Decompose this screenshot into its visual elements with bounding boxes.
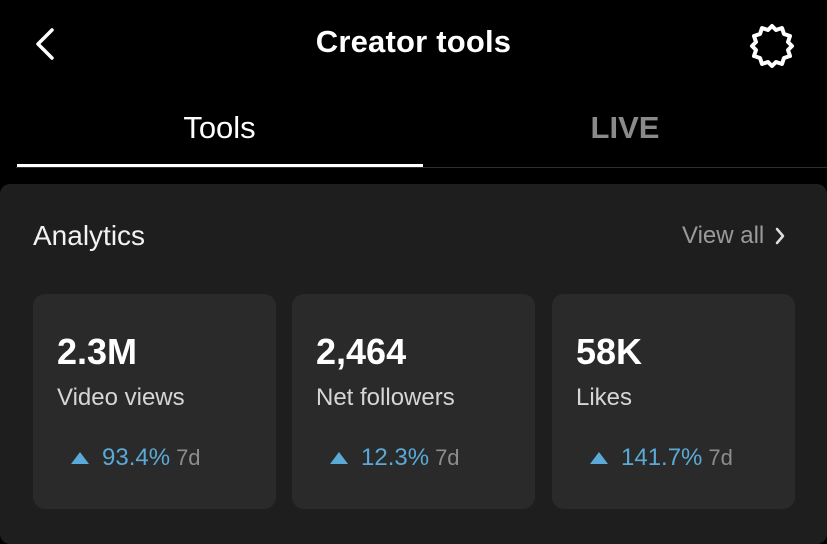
trend-percent: 12.3% [361,444,430,471]
trend-up-icon [329,451,349,465]
stat-value: 2.3M [57,331,138,372]
tab-bar: Tools LIVE [0,90,827,168]
stat-label: Net followers [316,384,455,411]
trend-percent: 93.4% [102,444,171,471]
tab-tools[interactable]: Tools [16,90,423,166]
stat-trend: 141.7% 7d [589,444,733,472]
tab-live[interactable]: LIVE [423,90,827,166]
trend-up-icon [70,451,90,465]
trend-percent: 141.7% [621,444,703,471]
trend-period: 7d [176,445,201,470]
tab-divider [16,167,827,168]
stat-card-video-views[interactable]: 2.3M Video views 93.4% 7d [33,294,276,509]
stat-trend: 93.4% 7d [70,444,201,472]
analytics-title: Analytics [33,220,146,251]
settings-button[interactable] [746,20,798,72]
stat-value: 2,464 [316,331,407,372]
view-all-link[interactable]: View all [682,222,786,250]
trend-up-icon [589,451,609,465]
stat-value: 58K [576,331,643,372]
stat-trend: 12.3% 7d [329,444,460,472]
page-title: Creator tools [315,24,512,59]
stat-label: Video views [57,384,185,411]
header: Creator tools [0,0,827,90]
view-all-label: View all [682,222,765,249]
chevron-right-icon [774,226,786,246]
trend-period: 7d [708,445,733,470]
gear-icon [750,24,794,68]
stat-label: Likes [576,384,633,411]
stat-card-net-followers[interactable]: 2,464 Net followers 12.3% 7d [292,294,535,509]
trend-period: 7d [435,445,460,470]
stat-card-likes[interactable]: 58K Likes 141.7% 7d [552,294,795,509]
